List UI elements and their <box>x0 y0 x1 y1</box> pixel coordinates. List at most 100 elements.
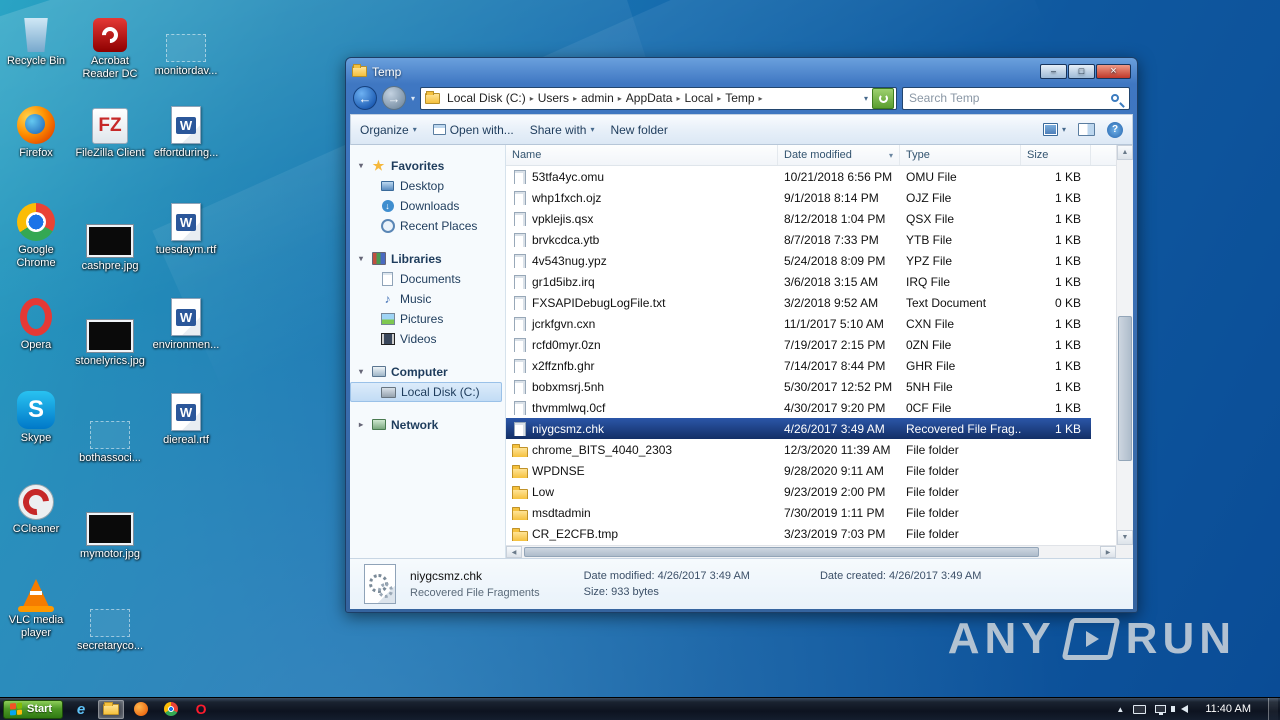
open-with-button[interactable]: Open with... <box>432 123 514 137</box>
scroll-down-icon[interactable]: ▼ <box>1117 530 1133 545</box>
file-row-fxsapidebuglogfile-txt[interactable]: FXSAPIDebugLogFile.txt 3/2/2018 9:52 AM Te… <box>506 292 1091 313</box>
expander-icon[interactable]: ▾ <box>356 161 366 170</box>
desktop-icon-recycle-bin[interactable]: Recycle Bin <box>0 8 72 68</box>
desktop-icon-skype[interactable]: S Skype <box>0 385 72 445</box>
refresh-button[interactable] <box>872 87 894 109</box>
forward-button[interactable]: → <box>382 86 406 110</box>
filter-caret-icon[interactable]: ▾ <box>889 151 893 160</box>
file-row-gr1d5ibz-irq[interactable]: gr1d5ibz.irq 3/6/2018 3:15 AM IRQ File 1 KB <box>506 271 1091 292</box>
breadcrumb-item-local[interactable]: Local <box>682 90 717 106</box>
scrollbar-thumb[interactable] <box>524 547 1039 557</box>
desktop-icon-effortduring[interactable]: Weffortduring... <box>150 100 222 160</box>
search-icon[interactable] <box>1111 94 1119 102</box>
desktop-icon-environmen[interactable]: Wenvironmen... <box>150 292 222 352</box>
nav-item-pictures[interactable]: Pictures <box>350 309 505 329</box>
expander-icon[interactable]: ▾ <box>356 367 366 376</box>
desktop-icon-tuesdaym-rtf[interactable]: Wtuesdaym.rtf <box>150 197 222 257</box>
file-row-x2ffznfb-ghr[interactable]: x2ffznfb.ghr 7/14/2017 8:44 PM GHR File 1 K… <box>506 355 1091 376</box>
vertical-scrollbar[interactable]: ▲ ▼ <box>1116 145 1133 545</box>
breadcrumb-item-local-disk-c[interactable]: Local Disk (C:) <box>444 90 529 106</box>
address-dropdown-icon[interactable]: ▾ <box>860 94 872 103</box>
file-row-vpklejis-qsx[interactable]: vpklejis.qsx 8/12/2018 1:04 PM QSX File 1 K… <box>506 208 1091 229</box>
desktop-icon-cashpre-jpg[interactable]: cashpre.jpg <box>74 213 146 273</box>
file-row-53tfa4yc-omu[interactable]: 53tfa4yc.omu 10/21/2018 6:56 PM OMU File 1 … <box>506 166 1091 187</box>
breadcrumb-item-admin[interactable]: admin <box>578 90 617 106</box>
breadcrumb-item-temp[interactable]: Temp <box>722 90 757 106</box>
window-titlebar[interactable]: Temp – □ × <box>350 58 1133 82</box>
file-row-wpdnse[interactable]: WPDNSE 9/28/2020 9:11 AM File folder <box>506 460 1091 481</box>
help-button[interactable]: ? <box>1107 121 1123 138</box>
breadcrumb-item-appdata[interactable]: AppData <box>623 90 676 106</box>
nav-item-local-disk-c[interactable]: Local Disk (C:) <box>350 382 502 402</box>
change-view-button[interactable]: ▾ <box>1042 123 1066 136</box>
file-row-jcrkfgvn-cxn[interactable]: jcrkfgvn.cxn 11/1/2017 5:10 AM CXN File 1 K… <box>506 313 1091 334</box>
nav-item-recent-places[interactable]: Recent Places <box>350 216 505 236</box>
nav-item-videos[interactable]: Videos <box>350 329 505 349</box>
scroll-up-icon[interactable]: ▲ <box>1117 145 1133 160</box>
taskbar-button-windows-explorer[interactable] <box>98 699 125 719</box>
nav-item-desktop[interactable]: Desktop <box>350 176 505 196</box>
desktop-icon-opera[interactable]: Opera <box>0 292 72 352</box>
desktop-icon-google-chrome[interactable]: Google Chrome <box>0 197 72 270</box>
nav-group-libraries[interactable]: ▾ Libraries <box>350 248 505 269</box>
file-row-low[interactable]: Low 9/23/2019 2:00 PM File folder <box>506 481 1091 502</box>
scroll-right-icon[interactable]: ▶ <box>1100 546 1116 558</box>
desktop-icon-vlc-media-player[interactable]: VLC media player <box>0 567 72 640</box>
show-hidden-icons-button[interactable]: ▲ <box>1116 705 1124 714</box>
file-row-brvkcdca-ytb[interactable]: brvkcdca.ytb 8/7/2018 7:33 PM YTB File 1 KB <box>506 229 1091 250</box>
desktop-icon-mymotor-jpg[interactable]: mymotor.jpg <box>74 501 146 561</box>
back-button[interactable]: ← <box>353 86 377 110</box>
file-row-msdtadmin[interactable]: msdtadmin 7/30/2019 1:11 PM File folder <box>506 502 1091 523</box>
file-row-cr-e2cfb-tmp[interactable]: CR_E2CFB.tmp 3/23/2019 7:03 PM File folder <box>506 523 1091 544</box>
maximize-button[interactable]: □ <box>1068 64 1095 79</box>
nav-group-favorites[interactable]: ▾Favorites <box>350 155 505 176</box>
desktop-icon-bothassoci[interactable]: bothassoci... <box>74 405 146 465</box>
breadcrumb-item-users[interactable]: Users <box>535 90 572 106</box>
start-button[interactable]: Start <box>3 699 64 719</box>
file-row-chrome-bits-4040-2303[interactable]: chrome_BITS_4040_2303 12/3/2020 11:39 AM F… <box>506 439 1091 460</box>
nav-group-computer[interactable]: ▾ Computer <box>350 361 505 382</box>
file-row-whp1fxch-ojz[interactable]: whp1fxch.ojz 9/1/2018 8:14 PM OJZ File 1 KB <box>506 187 1091 208</box>
file-row-bobxmsrj-5nh[interactable]: bobxmsrj.5nh 5/30/2017 12:52 PM 5NH File 1 … <box>506 376 1091 397</box>
nav-item-documents[interactable]: Documents <box>350 269 505 289</box>
scroll-left-icon[interactable]: ◀ <box>506 546 522 558</box>
preview-pane-button[interactable] <box>1078 123 1095 136</box>
taskbar-button-google-chrome[interactable] <box>158 700 184 719</box>
show-desktop-button[interactable] <box>1268 697 1278 720</box>
column-header-type[interactable]: Type <box>900 145 1021 165</box>
volume-tray-icon[interactable] <box>1171 705 1189 713</box>
close-button[interactable]: × <box>1096 64 1131 79</box>
recent-pages-caret-icon[interactable]: ▾ <box>411 94 415 103</box>
column-header-size[interactable]: Size <box>1021 145 1091 165</box>
organize-button[interactable]: Organize ▾ <box>360 123 417 137</box>
file-row-thvmmlwq-0cf[interactable]: thvmmlwq.0cf 4/30/2017 9:20 PM 0CF File 1 K… <box>506 397 1091 418</box>
desktop-icon-filezilla-client[interactable]: FZ FileZilla Client <box>74 100 146 160</box>
desktop[interactable]: Recycle Bin Firefox Google Chrome Opera S Sky… <box>0 0 1280 720</box>
share-with-button[interactable]: Share with ▾ <box>530 123 595 137</box>
taskbar-button-opera[interactable]: O <box>188 700 214 719</box>
horizontal-scrollbar[interactable]: ◀ ▶ <box>506 545 1116 558</box>
file-row-rcfd0myr-0zn[interactable]: rcfd0myr.0zn 7/19/2017 2:15 PM 0ZN File 1 K… <box>506 334 1091 355</box>
taskbar-clock[interactable]: 11:40 AM <box>1197 703 1259 715</box>
nav-item-music[interactable]: Music <box>350 289 505 309</box>
keyboard-tray-icon[interactable] <box>1133 704 1147 714</box>
expander-icon[interactable]: ▸ <box>356 420 366 429</box>
file-row-niygcsmz-chk[interactable]: niygcsmz.chk 4/26/2017 3:49 AM Recovered F… <box>506 418 1091 439</box>
minimize-button[interactable]: – <box>1040 64 1067 79</box>
desktop-icon-secretaryco[interactable]: secretaryco... <box>74 593 146 653</box>
column-header-name[interactable]: Name <box>506 145 778 165</box>
taskbar-button-media-app[interactable] <box>128 700 154 719</box>
nav-group-network[interactable]: ▸ Network <box>350 414 505 435</box>
desktop-icon-diereal-rtf[interactable]: Wdiereal.rtf <box>150 387 222 447</box>
desktop-icon-stonelyrics-jpg[interactable]: stonelyrics.jpg <box>74 308 146 368</box>
column-header-date-modified[interactable]: Date modified ▾ <box>778 145 900 165</box>
desktop-icon-ccleaner[interactable]: CCleaner <box>0 476 72 536</box>
taskbar-button-internet-explorer[interactable]: e <box>68 700 94 719</box>
desktop-icon-acrobat-reader-dc[interactable]: Acrobat Reader DC <box>74 8 146 81</box>
address-bar[interactable]: Local Disk (C:) ▸ Users ▸ admin ▸ AppData ▸ Loca… <box>420 86 897 110</box>
file-row-4v543nug-ypz[interactable]: 4v543nug.ypz 5/24/2018 8:09 PM YPZ File 1 K… <box>506 250 1091 271</box>
desktop-icon-firefox[interactable]: Firefox <box>0 100 72 160</box>
chevron-right-icon[interactable]: ▸ <box>758 94 764 103</box>
network-tray-icon[interactable] <box>1155 705 1167 715</box>
expander-icon[interactable]: ▾ <box>356 254 366 263</box>
